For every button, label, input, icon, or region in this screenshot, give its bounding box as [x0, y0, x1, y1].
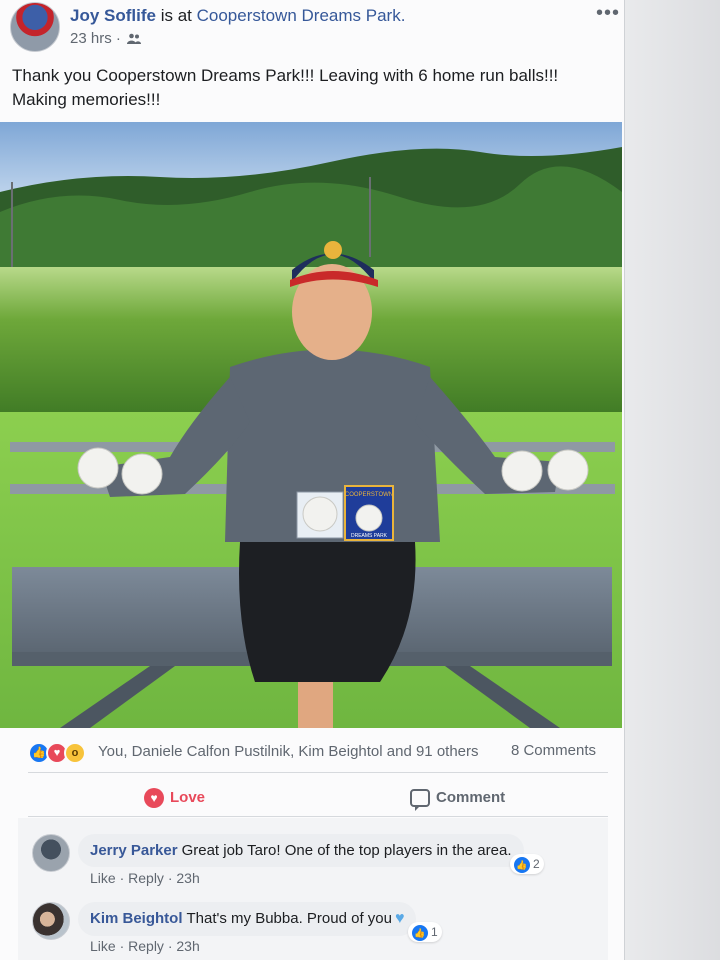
post-author-line: Joy Soflife is at Cooperstown Dreams Par…	[70, 6, 405, 26]
comment-item: Jerry Parker Great job Taro! One of the t…	[32, 834, 602, 896]
post-text-line-2: Making memories!!!	[12, 90, 161, 109]
box-top-label: COOPERSTOWN	[345, 492, 393, 498]
post-meta: 23 hrs ·	[70, 30, 142, 47]
facebook-post: Joy Soflife is at Cooperstown Dreams Par…	[0, 0, 625, 960]
comment-time[interactable]: 23h	[176, 938, 199, 954]
boy-legs	[298, 682, 333, 728]
commenter-avatar[interactable]	[32, 834, 70, 872]
home-run-ball-3	[501, 450, 543, 492]
reactors-text[interactable]: You, Daniele Calfon Pustilnik, Kim Beigh…	[98, 743, 479, 760]
love-button-label: Love	[170, 789, 206, 806]
comment-reaction-number: 2	[533, 857, 540, 871]
commenter-avatar[interactable]	[32, 902, 70, 940]
comments-section: Jerry Parker Great job Taro! One of the t…	[18, 818, 608, 960]
comment-link-separator: ·	[167, 938, 173, 954]
more-options-icon[interactable]: •••	[596, 2, 620, 25]
place-link[interactable]: Cooperstown Dreams Park.	[197, 6, 406, 25]
post-text: Thank you Cooperstown Dreams Park!!! Lea…	[12, 64, 612, 112]
reactions-summary[interactable]: 👍 ♥ o You, Daniele Calfon Pustilnik, Kim…	[28, 738, 608, 768]
comment-reply-link[interactable]: Reply	[128, 870, 164, 886]
comment-reply-link[interactable]: Reply	[128, 938, 164, 954]
comment-text: That's my Bubba. Proud of you	[186, 910, 392, 927]
love-button-icon: ♥	[144, 788, 164, 809]
home-run-ball-1	[77, 447, 119, 489]
friends-icon[interactable]	[127, 31, 142, 44]
post-action-bar: ♥ Love Comment	[28, 778, 608, 818]
post-photo[interactable]: COOPERSTOWN DREAMS PARK	[0, 122, 622, 728]
wow-icon: o	[64, 742, 86, 764]
author-avatar[interactable]	[10, 2, 60, 52]
blue-heart-icon: ♥	[394, 910, 405, 927]
like-icon: 👍	[514, 856, 530, 873]
comment-link-separator: ·	[119, 938, 125, 954]
divider-bottom	[28, 816, 608, 817]
author-name-link[interactable]: Joy Soflife	[70, 6, 156, 25]
comment-time[interactable]: 23h	[176, 870, 199, 886]
home-run-ball-6	[355, 504, 383, 532]
home-run-ball-5	[302, 496, 338, 532]
love-button[interactable]: ♥ Love	[144, 784, 205, 812]
like-icon: 👍	[412, 924, 428, 941]
reaction-icons[interactable]: 👍 ♥ o	[28, 742, 98, 764]
commenter-name-link[interactable]: Jerry Parker	[90, 842, 178, 859]
divider-top	[28, 772, 608, 773]
comment-like-link[interactable]: Like	[90, 938, 116, 954]
photo-illustration: COOPERSTOWN DREAMS PARK	[0, 122, 622, 728]
meta-separator: ·	[115, 30, 121, 47]
comment-button-label: Comment	[436, 789, 506, 806]
comment-button[interactable]: Comment	[410, 784, 505, 812]
post-text-line-1: Thank you Cooperstown Dreams Park!!! Lea…	[12, 66, 559, 85]
monitor-bezel-background	[625, 0, 720, 960]
post-header: Joy Soflife is at Cooperstown Dreams Par…	[10, 2, 620, 52]
box-label: DREAMS PARK	[351, 533, 388, 539]
home-run-ball-2	[121, 453, 163, 495]
comment-bubble-icon	[410, 789, 430, 812]
checkin-text: is at	[160, 6, 192, 25]
post-timestamp[interactable]: 23 hrs	[70, 30, 112, 47]
comment-item: Kim Beightol That's my Bubba. Proud of yo…	[32, 902, 602, 960]
home-run-ball-4	[547, 449, 589, 491]
comment-actions: Like · Reply · 23h	[90, 938, 200, 954]
comment-link-separator: ·	[119, 870, 125, 886]
commenter-name-link[interactable]: Kim Beightol	[90, 910, 183, 927]
comments-count-link[interactable]: 8 Comments	[511, 742, 596, 759]
comment-bubble: Jerry Parker Great job Taro! One of the t…	[78, 834, 524, 867]
comment-like-link[interactable]: Like	[90, 870, 116, 886]
comment-bubble: Kim Beightol That's my Bubba. Proud of yo…	[78, 902, 417, 936]
comment-text: Great job Taro! One of the top players i…	[181, 842, 512, 859]
comment-reaction-number: 1	[431, 925, 438, 939]
comment-reaction-count[interactable]: 👍 2	[510, 854, 544, 874]
cap-logo	[324, 241, 342, 259]
comment-actions: Like · Reply · 23h	[90, 870, 200, 886]
comment-reaction-count[interactable]: 👍 1	[408, 922, 442, 942]
comment-link-separator: ·	[167, 870, 173, 886]
